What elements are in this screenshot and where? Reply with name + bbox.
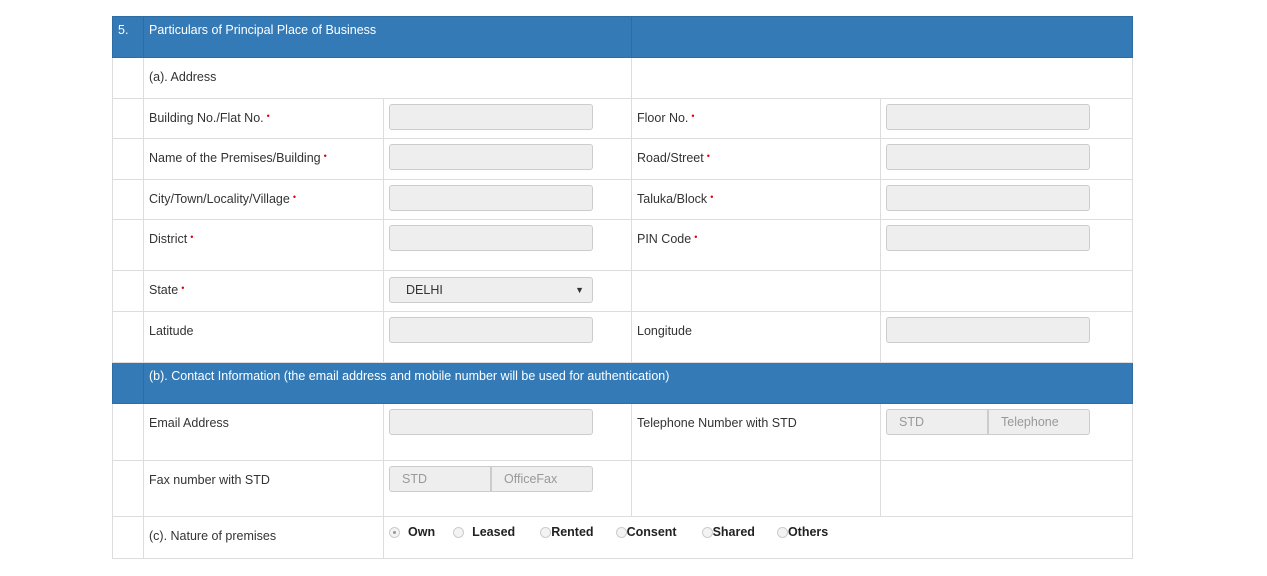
premises-label: Name of the Premises/Building • [143, 138, 384, 180]
district-label: District • [143, 219, 384, 271]
radio-button-icon[interactable] [540, 526, 552, 538]
city-input[interactable] [389, 185, 593, 211]
taluka-input[interactable] [886, 185, 1090, 211]
latitude-input[interactable] [389, 317, 593, 343]
premises-nature-radio-group: Own Leased Rented Consent Shared Others [389, 525, 1127, 539]
radio-rented[interactable]: Rented [540, 525, 594, 539]
contact-header: (b). Contact Information (the email addr… [112, 362, 1133, 404]
section-number: 5. [112, 16, 144, 58]
state-label: State • [143, 270, 384, 312]
taluka-label: Taluka/Block • [631, 179, 881, 220]
radio-button-icon[interactable] [615, 526, 627, 538]
business-place-form: 5. Particulars of Principal Place of Bus… [112, 16, 1133, 559]
radio-others[interactable]: Others [776, 525, 828, 539]
road-input[interactable] [886, 144, 1090, 170]
address-heading: (a). Address [143, 57, 632, 99]
fax-std-input[interactable]: STD [389, 466, 491, 492]
section-title: Particulars of Principal Place of Busine… [143, 16, 632, 58]
building-input[interactable] [389, 104, 593, 130]
radio-shared[interactable]: Shared [701, 525, 755, 539]
floor-input[interactable] [886, 104, 1090, 130]
premises-nature-label: (c). Nature of premises [143, 516, 384, 559]
radio-button-icon[interactable] [389, 526, 400, 538]
city-label: City/Town/Locality/Village • [143, 179, 384, 220]
telephone-input[interactable]: Telephone [988, 409, 1090, 435]
latitude-label: Latitude [143, 311, 384, 363]
building-label: Building No./Flat No. • [143, 98, 384, 139]
premises-input[interactable] [389, 144, 593, 170]
fax-label: Fax number with STD [143, 460, 384, 517]
longitude-input[interactable] [886, 317, 1090, 343]
tel-std-input[interactable]: STD [886, 409, 988, 435]
pin-label: PIN Code • [631, 219, 881, 271]
section-header: 5. Particulars of Principal Place of Bus… [112, 16, 1133, 58]
radio-button-icon[interactable] [701, 526, 713, 538]
telephone-label: Telephone Number with STD [631, 403, 881, 461]
radio-leased[interactable]: Leased [453, 525, 515, 539]
email-label: Email Address [143, 403, 384, 461]
pin-input[interactable] [886, 225, 1090, 251]
fax-input[interactable]: OfficeFax [491, 466, 593, 492]
road-label: Road/Street • [631, 138, 881, 180]
longitude-label: Longitude [631, 311, 881, 363]
floor-label: Floor No. • [631, 98, 881, 139]
radio-button-icon[interactable] [776, 526, 788, 538]
state-select[interactable]: DELHI ▼ [389, 277, 593, 303]
email-input[interactable] [389, 409, 593, 435]
contact-heading: (b). Contact Information (the email addr… [143, 362, 1133, 404]
district-input[interactable] [389, 225, 593, 251]
radio-button-icon[interactable] [453, 526, 465, 538]
radio-own[interactable]: Own [389, 525, 435, 539]
chevron-down-icon: ▼ [575, 285, 584, 295]
radio-consent[interactable]: Consent [615, 525, 677, 539]
